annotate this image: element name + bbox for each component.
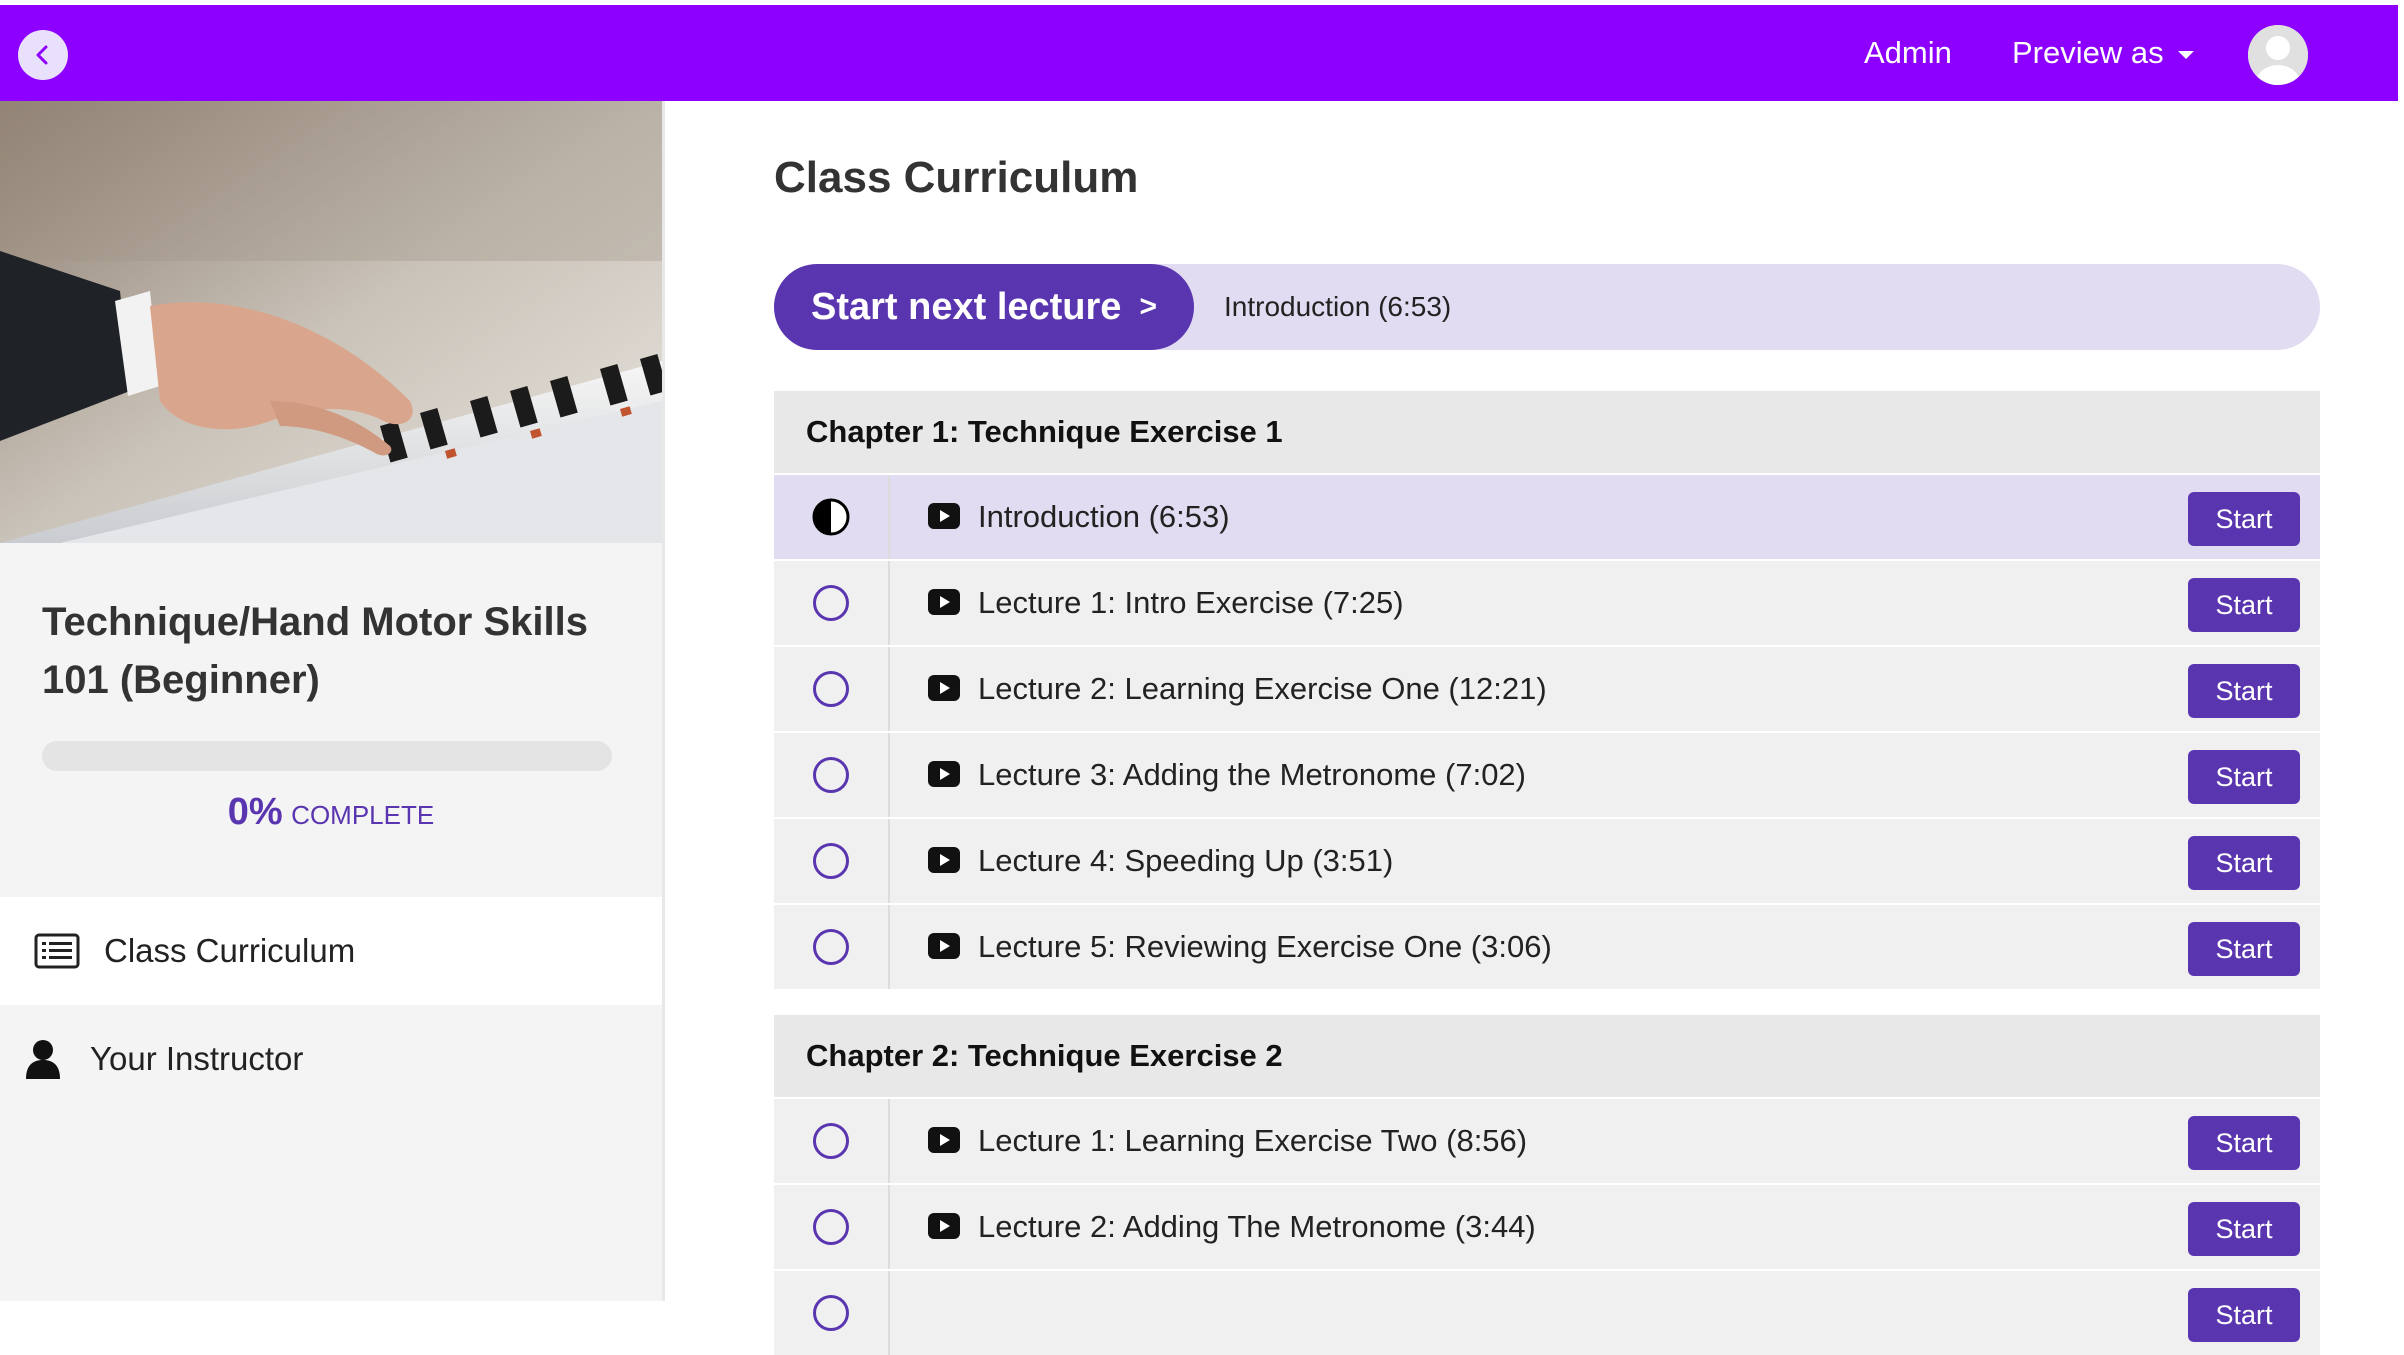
progress-complete-label: 0% COMPLETE bbox=[0, 791, 662, 834]
preview-as-dropdown[interactable]: Preview as bbox=[2012, 5, 2194, 101]
default-avatar-icon bbox=[2248, 25, 2308, 85]
start-lecture-button[interactable]: Start bbox=[2188, 750, 2300, 804]
caret-down-icon bbox=[2177, 51, 2194, 59]
lecture-status bbox=[774, 905, 890, 989]
next-lecture-bar: Start next lecture > Introduction (6:53) bbox=[774, 264, 2320, 350]
video-play-icon bbox=[928, 1213, 960, 1239]
lecture-status bbox=[774, 819, 890, 903]
not-started-circle-icon bbox=[813, 757, 849, 793]
video-play-icon bbox=[928, 847, 960, 873]
video-play-icon bbox=[928, 1127, 960, 1153]
video-play-icon bbox=[928, 933, 960, 959]
course-progress-bar bbox=[42, 741, 612, 771]
start-lecture-button[interactable]: Start bbox=[2188, 1288, 2300, 1342]
chapter-title: Chapter 2: Technique Exercise 2 bbox=[774, 1015, 2320, 1097]
curriculum-list-icon bbox=[32, 931, 82, 971]
sidebar-item-class-curriculum[interactable]: Class Curriculum bbox=[0, 897, 662, 1005]
top-nav-bar: Admin Preview as bbox=[0, 5, 2398, 101]
half-circle-progress-icon bbox=[812, 498, 850, 536]
start-lecture-button[interactable]: Start bbox=[2188, 922, 2300, 976]
lecture-title: Lecture 3: Adding the Metronome (7:02) bbox=[978, 757, 1526, 792]
video-play-icon bbox=[928, 503, 960, 529]
lecture-row-partial[interactable]: Start bbox=[774, 1271, 2320, 1355]
sidebar-item-your-instructor[interactable]: Your Instructor bbox=[0, 1005, 662, 1113]
lecture-row[interactable]: Introduction (6:53) Start bbox=[774, 475, 2320, 559]
lecture-status bbox=[774, 1099, 890, 1183]
lecture-title: Lecture 4: Speeding Up (3:51) bbox=[978, 843, 1394, 878]
course-title: Technique/Hand Motor Skills 101 (Beginne… bbox=[42, 600, 588, 702]
lecture-status bbox=[774, 475, 890, 559]
lecture-row[interactable]: Lecture 2: Learning Exercise One (12:21)… bbox=[774, 647, 2320, 731]
lecture-status bbox=[774, 733, 890, 817]
start-lecture-button[interactable]: Start bbox=[2188, 1202, 2300, 1256]
start-next-lecture-label: Start next lecture bbox=[811, 285, 1122, 328]
chevron-left-icon bbox=[36, 45, 48, 65]
start-lecture-button[interactable]: Start bbox=[2188, 836, 2300, 890]
lecture-row[interactable]: Lecture 5: Reviewing Exercise One (3:06)… bbox=[774, 905, 2320, 989]
chevron-right-icon: > bbox=[1139, 290, 1157, 323]
start-lecture-button[interactable]: Start bbox=[2188, 492, 2300, 546]
sidebar-item-label: Your Instructor bbox=[90, 1040, 304, 1077]
course-sidebar: Technique/Hand Motor Skills 101 (Beginne… bbox=[0, 101, 662, 1301]
admin-link[interactable]: Admin bbox=[1864, 5, 1952, 101]
lecture-status bbox=[774, 647, 890, 731]
progress-complete-text: COMPLETE bbox=[291, 800, 435, 830]
course-hero-image bbox=[0, 101, 662, 543]
sidebar-divider bbox=[662, 101, 665, 1301]
not-started-circle-icon bbox=[813, 1123, 849, 1159]
not-started-circle-icon bbox=[813, 1295, 849, 1331]
lecture-row[interactable]: Lecture 4: Speeding Up (3:51) Start bbox=[774, 819, 2320, 903]
video-play-icon bbox=[928, 761, 960, 787]
preview-as-label: Preview as bbox=[2012, 35, 2164, 70]
not-started-circle-icon bbox=[813, 1209, 849, 1245]
lecture-row[interactable]: Lecture 1: Intro Exercise (7:25) Start bbox=[774, 561, 2320, 645]
not-started-circle-icon bbox=[813, 929, 849, 965]
lecture-row[interactable]: Lecture 2: Adding The Metronome (3:44) S… bbox=[774, 1185, 2320, 1269]
video-play-icon bbox=[928, 589, 960, 615]
lecture-row[interactable]: Lecture 3: Adding the Metronome (7:02) S… bbox=[774, 733, 2320, 817]
progress-percent: 0% bbox=[227, 791, 283, 833]
page-title: Class Curriculum bbox=[774, 153, 1139, 202]
lecture-row[interactable]: Lecture 1: Learning Exercise Two (8:56) … bbox=[774, 1099, 2320, 1183]
not-started-circle-icon bbox=[813, 843, 849, 879]
start-lecture-button[interactable]: Start bbox=[2188, 664, 2300, 718]
start-next-lecture-button[interactable]: Start next lecture > bbox=[774, 264, 1194, 350]
piano-hands-image bbox=[0, 101, 662, 543]
lecture-status bbox=[774, 1271, 890, 1355]
start-lecture-button[interactable]: Start bbox=[2188, 578, 2300, 632]
lecture-title: Lecture 1: Learning Exercise Two (8:56) bbox=[978, 1123, 1528, 1158]
lecture-title: Introduction (6:53) bbox=[978, 499, 1230, 534]
admin-link-label: Admin bbox=[1864, 35, 1952, 70]
lecture-status bbox=[774, 1185, 890, 1269]
lecture-title: Lecture 5: Reviewing Exercise One (3:06) bbox=[978, 929, 1552, 964]
lecture-title: Lecture 2: Adding The Metronome (3:44) bbox=[978, 1209, 1536, 1244]
user-avatar[interactable] bbox=[2248, 25, 2308, 85]
lecture-status bbox=[774, 561, 890, 645]
chapter-section: Chapter 2: Technique Exercise 2 Lecture … bbox=[774, 1015, 2320, 1355]
user-icon bbox=[18, 1039, 68, 1079]
sidebar-item-label: Class Curriculum bbox=[104, 932, 356, 969]
back-button[interactable] bbox=[18, 30, 68, 80]
video-play-icon bbox=[928, 675, 960, 701]
chapter-title: Chapter 1: Technique Exercise 1 bbox=[774, 391, 2320, 473]
chapter-section: Chapter 1: Technique Exercise 1 Introduc… bbox=[774, 391, 2320, 989]
lecture-title: Lecture 2: Learning Exercise One (12:21) bbox=[978, 671, 1547, 706]
not-started-circle-icon bbox=[813, 671, 849, 707]
not-started-circle-icon bbox=[813, 585, 849, 621]
start-lecture-button[interactable]: Start bbox=[2188, 1116, 2300, 1170]
lecture-title: Lecture 1: Intro Exercise (7:25) bbox=[978, 585, 1404, 620]
next-lecture-title: Introduction (6:53) bbox=[1224, 291, 1452, 322]
